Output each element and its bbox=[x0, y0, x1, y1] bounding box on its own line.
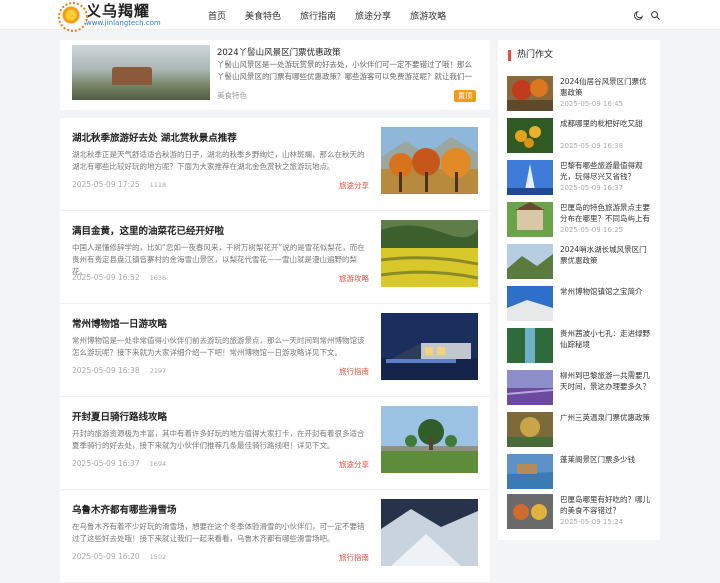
article-category[interactable]: 旅途分享 bbox=[339, 180, 369, 191]
article-thumbnail[interactable] bbox=[381, 220, 478, 287]
sidebar-thumbnail[interactable] bbox=[507, 328, 553, 363]
sidebar-thumbnail[interactable] bbox=[507, 412, 553, 447]
sidebar-item[interactable]: 2024哨水湖长城风景区门票优惠政策 bbox=[507, 244, 655, 282]
article-card[interactable]: 乌鲁木齐都有哪些滑雪场 在乌鲁木齐有着不少好玩的滑雪场，想要在这个冬季体验滑雪的… bbox=[60, 490, 490, 583]
article-card[interactable]: 常州博物馆一日游攻略 常州博物馆是一处非常值得小伙伴们前去游玩的旅游景点，那么一… bbox=[60, 304, 490, 397]
view-count: 2197 bbox=[149, 366, 167, 375]
sidebar-item[interactable]: 巴厘岛的特色旅游景点主要分布在哪里？不同岛屿上有什么 2025-05-09 16… bbox=[507, 202, 655, 240]
view-count: 1694 bbox=[149, 459, 167, 468]
article-meta: 2025-05-09 16:37 1694 bbox=[72, 459, 166, 468]
nav-item-strategy[interactable]: 旅游攻略 bbox=[410, 9, 446, 22]
sidebar-item[interactable]: 蓬莱阁景区门票多少钱 bbox=[507, 454, 655, 492]
sidebar-thumbnail[interactable] bbox=[507, 286, 553, 321]
sidebar-item[interactable]: 广州三英温泉门票优惠政策 bbox=[507, 412, 655, 450]
article-category[interactable]: 旅游攻略 bbox=[339, 273, 369, 284]
sun-logo-icon bbox=[58, 2, 88, 32]
sidebar-item-date: 2025-05-09 16:38 bbox=[560, 142, 624, 150]
sidebar-thumbnail[interactable] bbox=[507, 160, 553, 195]
article-date: 2025-05-09 16:20 bbox=[72, 552, 140, 561]
site-title: 义乌羯耀 bbox=[86, 1, 151, 20]
sidebar-item-date: 2025-05-09 16:45 bbox=[560, 100, 624, 108]
featured-desc: 丫髻山风景区是一处游玩赏景的好去处，小伙伴们可一定不要错过了哦！那么丫髻山风景区… bbox=[217, 60, 472, 81]
article-date: 2025-05-09 16:52 bbox=[72, 273, 140, 282]
sidebar-thumbnail[interactable] bbox=[507, 202, 553, 237]
sidebar-item-title[interactable]: 巴厘岛的特色旅游景点主要分布在哪里？不同岛屿上有什么 bbox=[560, 202, 654, 224]
site-logo[interactable]: 义乌羯耀 www.jinlangtech.com bbox=[58, 1, 161, 32]
article-meta: 2025-05-09 17:25 1118 bbox=[72, 180, 166, 189]
dark-mode-moon-icon[interactable] bbox=[631, 8, 645, 22]
nav-item-food[interactable]: 美食特色 bbox=[245, 9, 281, 22]
sidebar-thumbnail[interactable] bbox=[507, 454, 553, 489]
article-meta: 2025-05-09 16:52 1636 bbox=[72, 273, 166, 282]
article-card[interactable]: 湖北秋季旅游好去处 湖北赏秋景点推荐 湖北秋季正是天气舒适适合秋游的日子，湖北的… bbox=[60, 118, 490, 211]
view-count: 1636 bbox=[149, 273, 167, 282]
sidebar-item-title[interactable]: 广州三英温泉门票优惠政策 bbox=[560, 412, 654, 423]
sidebar-item-title[interactable]: 2024哨水湖长城风景区门票优惠政策 bbox=[560, 244, 654, 266]
article-category[interactable]: 旅途分享 bbox=[339, 459, 369, 470]
nav-item-guide[interactable]: 旅行指南 bbox=[300, 9, 336, 22]
view-count: 1502 bbox=[149, 552, 167, 561]
article-date: 2025-05-09 17:25 bbox=[72, 180, 140, 189]
sidebar-thumbnail[interactable] bbox=[507, 494, 553, 529]
sidebar: 热门作文 2024仙居谷风景区门票优惠政策 2025-05-09 16:45 成… bbox=[498, 40, 660, 540]
article-thumbnail[interactable] bbox=[381, 313, 478, 380]
article-thumbnail[interactable] bbox=[381, 127, 478, 194]
featured-article[interactable]: 2024丫髻山风景区门票优惠政策 丫髻山风景区是一处游玩赏景的好去处，小伙伴们可… bbox=[60, 40, 490, 110]
article-list: 2024丫髻山风景区门票优惠政策 丫髻山风景区是一处游玩赏景的好去处，小伙伴们可… bbox=[60, 40, 490, 583]
sidebar-item[interactable]: 成都哪里的枇杷好吃又甜 2025-05-09 16:38 bbox=[507, 118, 655, 156]
sidebar-item-title[interactable]: 巴黎有哪些旅游最值得观光，玩得尽兴又省钱？ bbox=[560, 160, 654, 182]
featured-title[interactable]: 2024丫髻山风景区门票优惠政策 bbox=[217, 46, 341, 58]
article-category[interactable]: 旅行指南 bbox=[339, 366, 369, 377]
article-title[interactable]: 开封夏日骑行路线攻略 bbox=[72, 409, 167, 423]
sidebar-heading: 热门作文 bbox=[508, 50, 553, 61]
top-bar: 义乌羯耀 www.jinlangtech.com 首页 美食特色 旅行指南 旅途… bbox=[0, 0, 720, 32]
article-thumbnail[interactable] bbox=[381, 499, 478, 566]
featured-image[interactable] bbox=[72, 45, 210, 100]
sidebar-item-date: 2025-05-09 16:37 bbox=[560, 184, 624, 192]
nav-item-home[interactable]: 首页 bbox=[208, 9, 226, 22]
article-date: 2025-05-09 16:37 bbox=[72, 459, 140, 468]
sidebar-item-title[interactable]: 2024仙居谷风景区门票优惠政策 bbox=[560, 76, 654, 98]
site-url: www.jinlangtech.com bbox=[86, 18, 161, 27]
sidebar-item-title[interactable]: 贵州茜波小七孔：走进绿野仙踪秘境 bbox=[560, 328, 654, 350]
sidebar-item-title[interactable]: 常州博物馆镇馆之宝简介 bbox=[560, 286, 654, 297]
sidebar-item-title[interactable]: 巴厘岛哪里有好吃的？哪儿的美食不容错过？ bbox=[560, 494, 654, 516]
sidebar-item[interactable]: 2024仙居谷风景区门票优惠政策 2025-05-09 16:45 bbox=[507, 76, 655, 114]
sidebar-item[interactable]: 贵州茜波小七孔：走进绿野仙踪秘境 bbox=[507, 328, 655, 366]
sidebar-item-title[interactable]: 柳州到巴黎旅游一共需要几天时间，景这办理要多久？ bbox=[560, 370, 654, 392]
article-meta: 2025-05-09 16:20 1502 bbox=[72, 552, 166, 561]
sidebar-thumbnail[interactable] bbox=[507, 244, 553, 279]
sidebar-item[interactable]: 常州博物馆镇馆之宝简介 bbox=[507, 286, 655, 324]
sidebar-thumbnail[interactable] bbox=[507, 370, 553, 405]
article-date: 2025-05-09 16:38 bbox=[72, 366, 140, 375]
sidebar-item-title[interactable]: 蓬莱阁景区门票多少钱 bbox=[560, 454, 654, 465]
main-nav: 首页 美食特色 旅行指南 旅途分享 旅游攻略 bbox=[208, 0, 465, 30]
nav-item-share[interactable]: 旅途分享 bbox=[355, 9, 391, 22]
sidebar-item-date: 2025-05-09 15:24 bbox=[560, 518, 624, 526]
sidebar-item-date: 2025-05-09 16:25 bbox=[560, 226, 624, 234]
sidebar-thumbnail[interactable] bbox=[507, 76, 553, 111]
sidebar-item[interactable]: 柳州到巴黎旅游一共需要几天时间，景这办理要多久？ bbox=[507, 370, 655, 408]
sidebar-thumbnail[interactable] bbox=[507, 118, 553, 153]
search-icon[interactable] bbox=[648, 8, 662, 22]
featured-category[interactable]: 美食特色 bbox=[217, 90, 247, 101]
article-card[interactable]: 满目金黄，这里的油菜花已经开好啦 中国人是懂修辞学的，比如“忽如一夜春风来，千树… bbox=[60, 211, 490, 304]
article-title[interactable]: 湖北秋季旅游好去处 湖北赏秋景点推荐 bbox=[72, 130, 237, 144]
article-meta: 2025-05-09 16:38 2197 bbox=[72, 366, 166, 375]
article-title[interactable]: 满目金黄，这里的油菜花已经开好啦 bbox=[72, 223, 224, 237]
sidebar-item[interactable]: 巴厘岛哪里有好吃的？哪儿的美食不容错过？ 2025-05-09 15:24 bbox=[507, 494, 655, 532]
article-category[interactable]: 旅行指南 bbox=[339, 552, 369, 563]
sidebar-item[interactable]: 巴黎有哪些旅游最值得观光，玩得尽兴又省钱？ 2025-05-09 16:37 bbox=[507, 160, 655, 198]
sticky-badge: 置顶 bbox=[454, 90, 476, 102]
article-title[interactable]: 乌鲁木齐都有哪些滑雪场 bbox=[72, 502, 177, 516]
article-card[interactable]: 开封夏日骑行路线攻略 开封的旅游资源极为丰富，其中有着许多好玩的地方值得大家打卡… bbox=[60, 397, 490, 490]
article-thumbnail[interactable] bbox=[381, 406, 478, 473]
article-title[interactable]: 常州博物馆一日游攻略 bbox=[72, 316, 167, 330]
view-count: 1118 bbox=[149, 180, 167, 189]
sidebar-item-title[interactable]: 成都哪里的枇杷好吃又甜 bbox=[560, 118, 654, 129]
